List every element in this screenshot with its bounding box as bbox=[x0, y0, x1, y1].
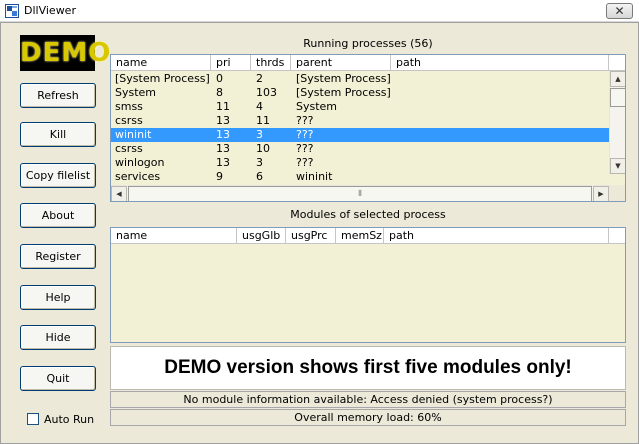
scroll-up-button[interactable]: ▲ bbox=[610, 71, 625, 87]
table-cell-parent: [System Process] bbox=[296, 72, 391, 85]
table-cell-name: csrss bbox=[115, 142, 143, 155]
table-cell-thrds: 10 bbox=[256, 142, 270, 155]
column-header-parent[interactable]: parent bbox=[291, 55, 391, 71]
column-header-path[interactable]: path bbox=[391, 55, 609, 71]
column-header-name[interactable]: name bbox=[111, 228, 237, 244]
window-title: DllViewer bbox=[24, 4, 76, 17]
table-cell-parent: System bbox=[296, 100, 338, 113]
close-button[interactable]: ✕ bbox=[606, 3, 633, 19]
table-cell-pri: 11 bbox=[216, 100, 230, 113]
table-cell-thrds: 3 bbox=[256, 156, 263, 169]
header-filler bbox=[609, 228, 625, 244]
column-header-usgprc[interactable]: usgPrc bbox=[286, 228, 336, 244]
scroll-left-button[interactable]: ◀ bbox=[111, 186, 127, 201]
table-row[interactable]: winlogon 13 3??? bbox=[111, 156, 609, 170]
table-cell-name: winlogon bbox=[115, 156, 165, 169]
table-row[interactable]: services 9 6 wininit bbox=[111, 170, 609, 184]
quit-button[interactable]: Quit bbox=[20, 366, 96, 391]
scroll-right-button[interactable]: ▶ bbox=[593, 186, 609, 201]
process-horizontal-scrollbar[interactable]: ◀ ⦀ ▶ bbox=[111, 185, 609, 201]
demo-notice-text: DEMO version shows first five modules on… bbox=[164, 357, 572, 378]
column-header-path[interactable]: path bbox=[384, 228, 609, 244]
table-cell-pri: 0 bbox=[216, 72, 223, 85]
title-bar: DllViewer ✕ bbox=[0, 0, 639, 22]
table-cell-pri: 13 bbox=[216, 128, 230, 141]
table-cell-name: System bbox=[115, 86, 157, 99]
table-row[interactable]: csrss 13 10??? bbox=[111, 142, 609, 156]
help-button[interactable]: Help bbox=[20, 285, 96, 310]
horizontal-scroll-thumb[interactable]: ⦀ bbox=[128, 186, 592, 201]
column-header-name[interactable]: name bbox=[111, 55, 211, 71]
table-cell-pri: 13 bbox=[216, 142, 230, 155]
about-button[interactable]: About bbox=[20, 203, 96, 228]
table-cell-pri: 9 bbox=[216, 170, 223, 183]
module-info-status: No module information available: Access … bbox=[110, 391, 626, 408]
auto-run-checkbox[interactable] bbox=[27, 413, 39, 425]
table-cell-parent: wininit bbox=[296, 170, 333, 183]
table-cell-pri: 8 bbox=[216, 86, 223, 99]
table-cell-name: smss bbox=[115, 100, 143, 113]
app-icon bbox=[5, 4, 19, 18]
scroll-corner bbox=[609, 185, 625, 201]
demo-logo: DEMO bbox=[20, 35, 110, 71]
copy-filelist-button[interactable]: Copy filelist bbox=[20, 163, 96, 188]
kill-button[interactable]: Kill bbox=[20, 122, 96, 147]
table-cell-pri: 13 bbox=[216, 114, 230, 127]
table-cell-parent: ??? bbox=[296, 142, 314, 155]
table-cell-name: wininit bbox=[115, 128, 152, 141]
table-cell-name: csrss bbox=[115, 114, 143, 127]
memory-load-status: Overall memory load: 60% bbox=[110, 409, 626, 426]
table-cell-parent: ??? bbox=[296, 156, 314, 169]
register-button[interactable]: Register bbox=[20, 244, 96, 269]
table-row[interactable]: smss 11 4 System bbox=[111, 100, 609, 114]
table-cell-parent: ??? bbox=[296, 114, 314, 127]
hide-button[interactable]: Hide bbox=[20, 325, 96, 350]
table-cell-thrds: 103 bbox=[256, 86, 277, 99]
column-header-pri[interactable]: pri bbox=[211, 55, 251, 71]
table-cell-thrds: 2 bbox=[256, 72, 263, 85]
column-header-memsz[interactable]: memSz bbox=[336, 228, 384, 244]
table-cell-parent: [System Process] bbox=[296, 86, 391, 99]
table-cell-thrds: 3 bbox=[256, 128, 263, 141]
table-cell-thrds: 4 bbox=[256, 100, 263, 113]
process-list[interactable]: name pri thrds parent path [System Proce… bbox=[110, 54, 626, 202]
module-list[interactable]: name usgGlb usgPrc memSz path bbox=[110, 227, 626, 343]
table-cell-pri: 13 bbox=[216, 156, 230, 169]
table-row[interactable]: [System Process] 0 2 [System Process] bbox=[111, 72, 609, 86]
vertical-scroll-thumb[interactable] bbox=[610, 88, 625, 107]
table-row[interactable]: System 8 103 [System Process] bbox=[111, 86, 609, 100]
table-cell-name: [System Process] bbox=[115, 72, 210, 85]
table-cell-thrds: 6 bbox=[256, 170, 263, 183]
auto-run-label: Auto Run bbox=[44, 413, 95, 426]
column-header-thrds[interactable]: thrds bbox=[251, 55, 291, 71]
processes-title: Running processes (56) bbox=[303, 37, 433, 50]
column-header-usgglb[interactable]: usgGlb bbox=[237, 228, 286, 244]
table-cell-thrds: 11 bbox=[256, 114, 270, 127]
close-icon: ✕ bbox=[614, 4, 625, 18]
table-row[interactable]: wininit 13 3??? bbox=[111, 128, 609, 142]
demo-notice-panel: DEMO version shows first five modules on… bbox=[110, 346, 626, 390]
scroll-down-button[interactable]: ▼ bbox=[610, 158, 625, 174]
process-vertical-scrollbar[interactable]: ▲ ▼ bbox=[609, 71, 625, 174]
refresh-button[interactable]: Refresh bbox=[20, 83, 96, 108]
table-cell-parent: ??? bbox=[296, 128, 314, 141]
modules-title: Modules of selected process bbox=[290, 208, 446, 221]
table-cell-name: services bbox=[115, 170, 161, 183]
table-row[interactable]: csrss 13 11??? bbox=[111, 114, 609, 128]
demo-logo-text: DEMO bbox=[20, 38, 112, 68]
header-filler bbox=[609, 55, 625, 71]
